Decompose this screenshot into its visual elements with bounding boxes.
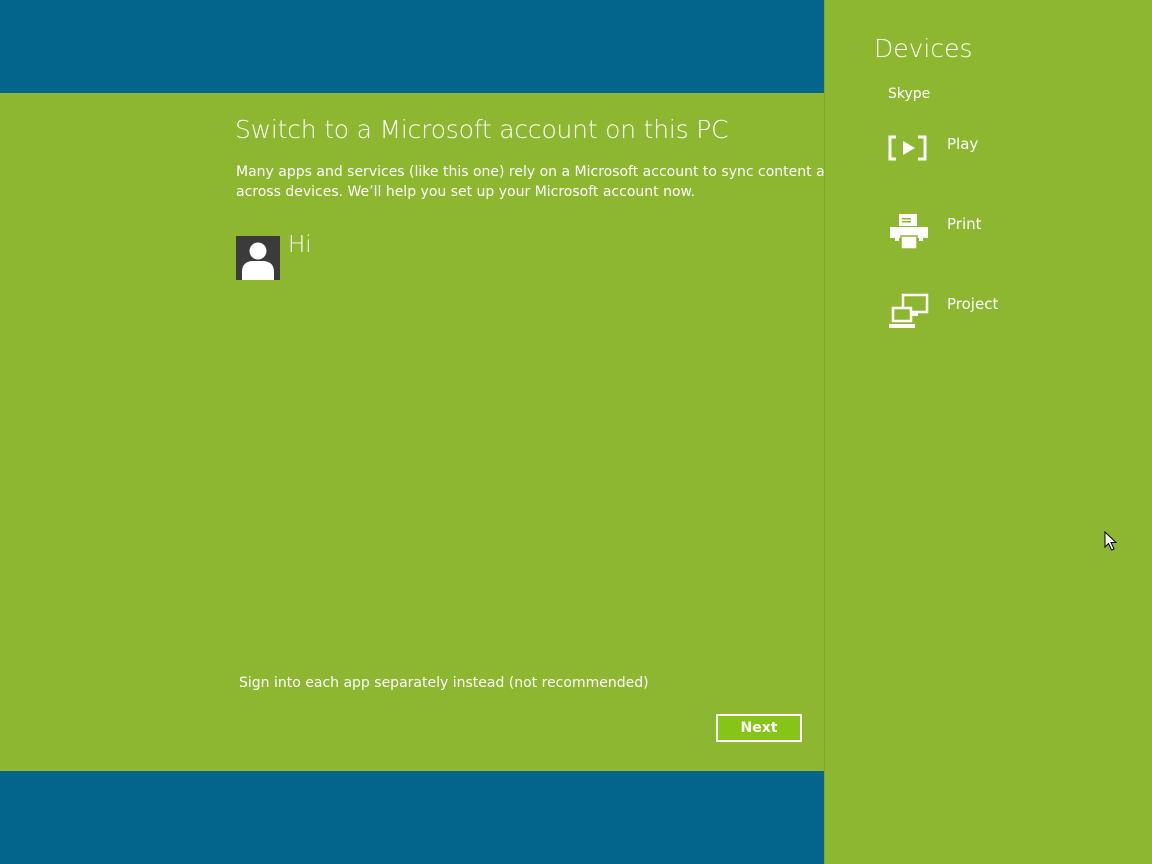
devices-charm-pane: Devices Skype Play Print Project [824,0,1152,864]
device-item-print[interactable]: Print [885,212,1105,262]
dialog-description: Many apps and services (like this one) r… [236,162,824,202]
device-item-play[interactable]: Play [885,132,1105,182]
device-item-project[interactable]: Project [885,292,1105,342]
play-icon [888,135,927,161]
mouse-cursor-icon [1104,531,1118,551]
printer-icon [890,214,928,250]
user-avatar-icon [236,236,280,280]
device-label-print: Print [947,215,982,233]
project-icon [889,293,929,328]
next-button[interactable]: Next [716,714,802,742]
background-band-top [0,0,824,93]
charm-app-name: Skype [888,86,931,102]
device-label-play: Play [947,135,979,153]
dialog-title: Switch to a Microsoft account on this PC [235,115,729,144]
screen: Switch to a Microsoft account on this PC… [0,0,1152,864]
description-line-2: across devices. We’ll help you set up yo… [236,184,696,200]
charm-title: Devices [874,34,973,63]
device-label-project: Project [947,295,999,313]
greeting-text: Hi [288,232,312,258]
sign-in-separately-link[interactable]: Sign into each app separately instead (n… [239,675,649,691]
description-line-1: Many apps and services (like this one) r… [236,164,824,180]
switch-account-dialog: Switch to a Microsoft account on this PC… [0,93,824,771]
background-band-bottom [0,771,824,864]
